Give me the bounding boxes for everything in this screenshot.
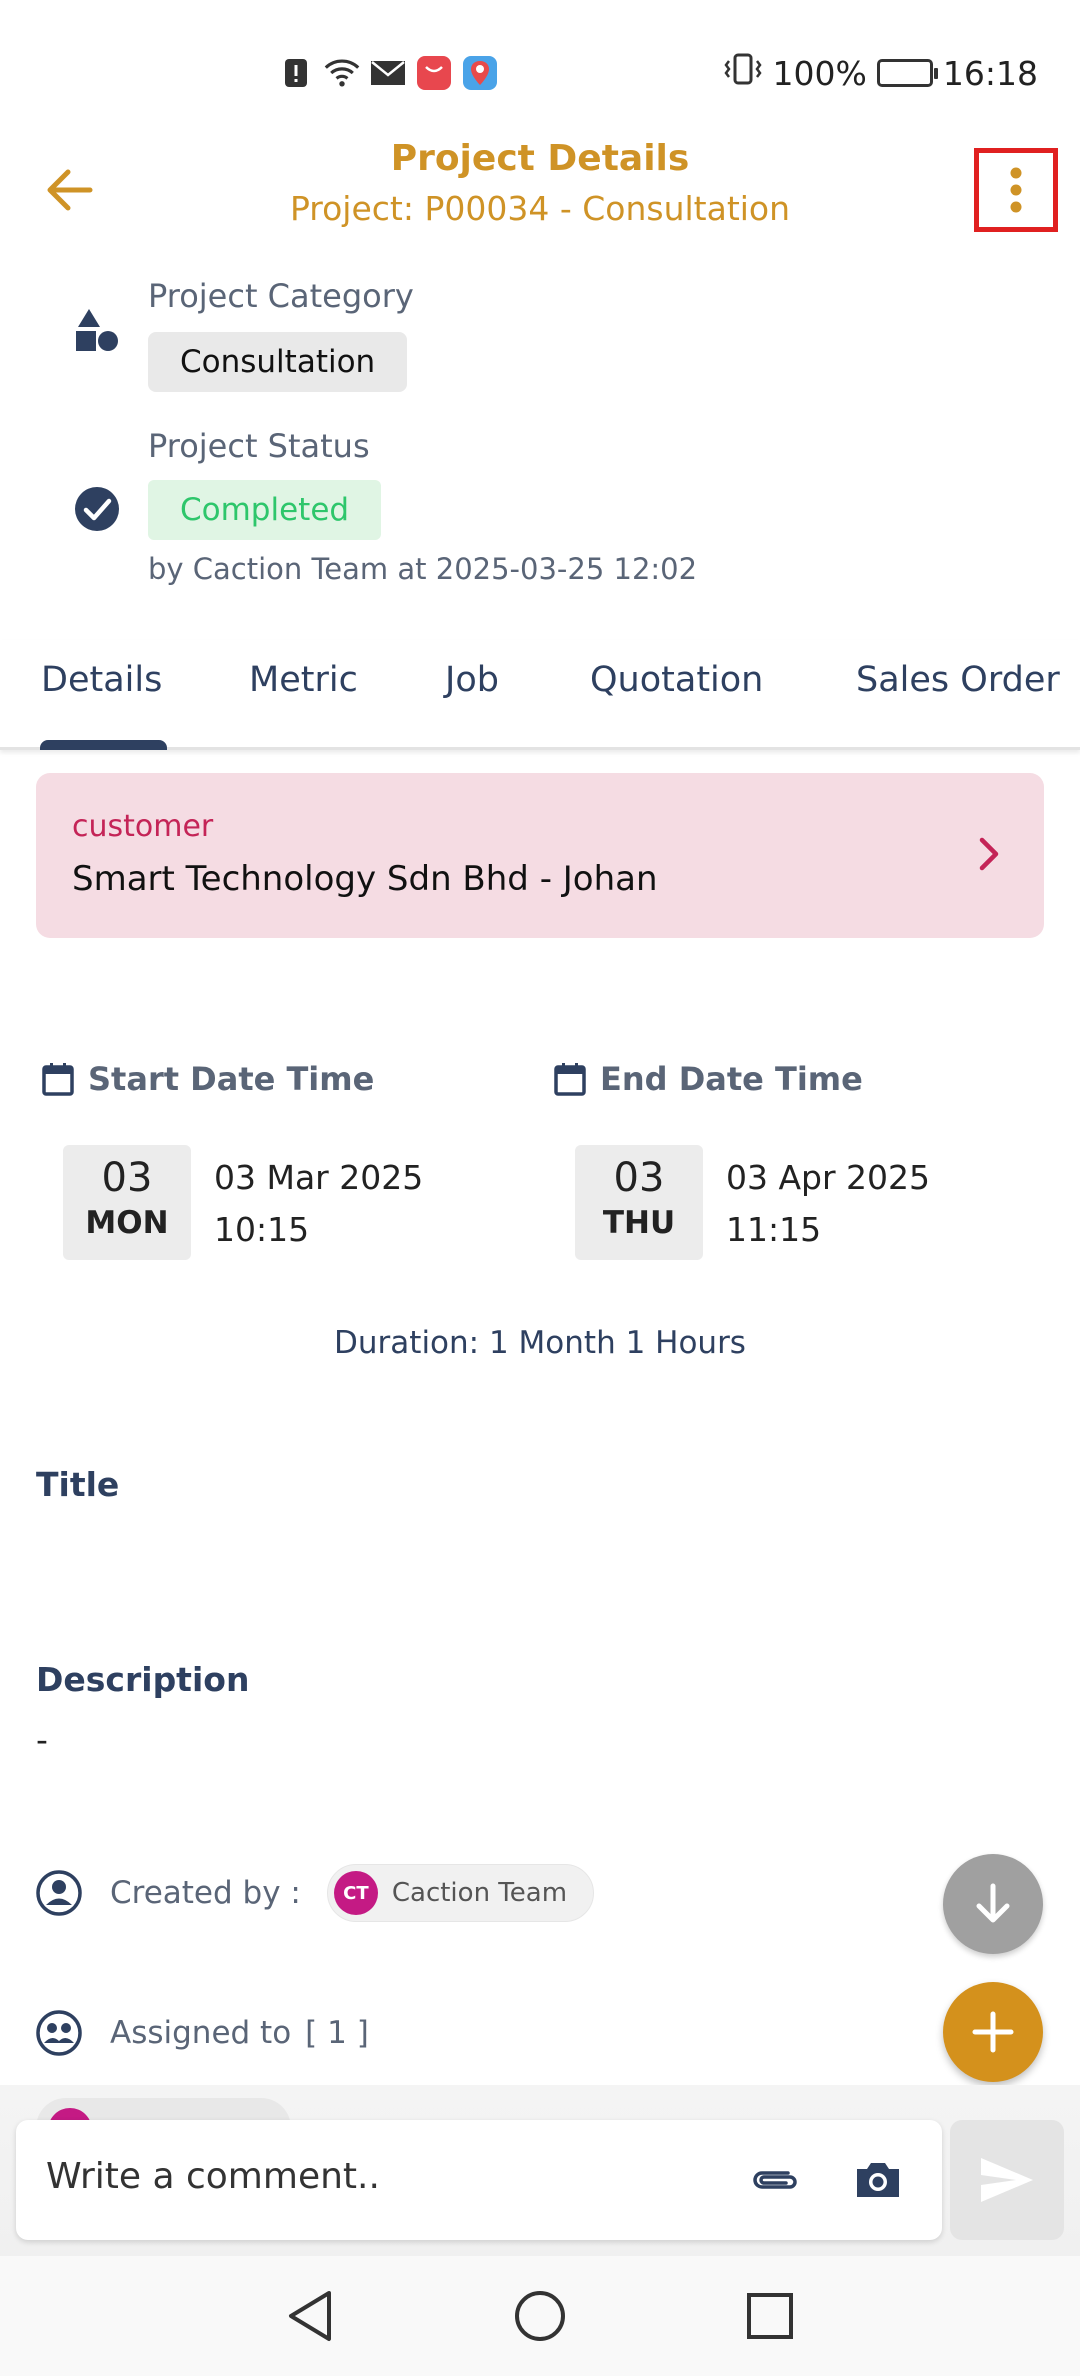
status-right: 100% 16:18 — [723, 52, 1038, 94]
clock: 16:18 — [942, 53, 1038, 93]
description-label: Description — [36, 1660, 250, 1699]
start-date-label: Start Date Time — [88, 1060, 375, 1098]
app-bar: Project Details Project: P00034 - Consul… — [0, 130, 1080, 250]
category-label: Project Category — [148, 277, 414, 315]
end-date-label: End Date Time — [600, 1060, 863, 1098]
square-recents-icon — [747, 2293, 793, 2339]
add-button[interactable] — [943, 1982, 1043, 2082]
end-date: 03 Apr 2025 — [726, 1158, 931, 1197]
calendar-icon — [42, 1063, 74, 1096]
status-badge: Completed — [148, 480, 382, 540]
duration-text: Duration: 1 Month 1 Hours — [334, 1325, 746, 1361]
category-chip: Consultation — [148, 332, 408, 392]
circle-home-icon — [515, 2291, 565, 2341]
created-by-row: Created by : CT Caction Team — [36, 1864, 595, 1922]
tab-bar: Details Metric Job Quotation Sales Order — [0, 640, 1080, 750]
back-button[interactable] — [40, 160, 100, 220]
triangle-back-icon — [289, 2291, 331, 2341]
start-time: 10:15 — [214, 1210, 310, 1249]
calendar-icon — [554, 1063, 586, 1096]
send-button[interactable] — [950, 2120, 1064, 2240]
battery-icon — [876, 59, 938, 87]
customer-card[interactable]: customer Smart Technology Sdn Bhd - Joha… — [36, 773, 1044, 938]
attachment-icon — [753, 2171, 797, 2189]
description-value: - — [36, 1720, 48, 1759]
account-circle-icon — [36, 1870, 82, 1916]
camera-button[interactable] — [850, 2152, 906, 2208]
start-date-box: 03 MON — [63, 1145, 191, 1260]
customer-name: Smart Technology Sdn Bhd - Johan — [72, 859, 658, 899]
status-updated-by: by Caction Team at 2025-03-25 12:02 — [148, 552, 698, 586]
more-vert-icon — [1010, 167, 1022, 213]
tab-details[interactable]: Details — [41, 660, 162, 700]
group-icon — [36, 2010, 82, 2056]
assigned-to-label: Assigned to — [110, 2015, 292, 2051]
tab-sales-order[interactable]: Sales Order — [856, 660, 1060, 700]
end-date-header: End Date Time — [554, 1060, 863, 1098]
wifi-icon — [324, 55, 360, 91]
page-title: Project Details — [390, 138, 690, 179]
huawei-store-icon — [416, 55, 452, 91]
maps-icon — [462, 55, 498, 91]
created-by-label: Created by : — [110, 1875, 301, 1911]
check-circle-icon — [72, 484, 122, 534]
end-day: 03 — [613, 1155, 665, 1201]
status-bar: 100% 16:18 — [0, 0, 1080, 150]
end-weekday: THU — [602, 1205, 676, 1241]
start-date-text: 03 Mar 2025 10:15 — [214, 1152, 423, 1256]
nav-recents-button[interactable] — [740, 2286, 800, 2346]
more-options-button[interactable] — [974, 148, 1058, 232]
comment-placeholder: Write a comment.. — [46, 2156, 380, 2197]
arrow-back-icon — [47, 169, 93, 211]
alert-icon — [278, 55, 314, 91]
page-subtitle: Project: P00034 - Consultation — [289, 189, 791, 228]
category-icon — [72, 305, 122, 355]
comment-input[interactable]: Write a comment.. — [16, 2120, 942, 2240]
chevron-right-icon — [964, 829, 1014, 879]
notification-icons — [278, 55, 498, 91]
start-weekday: MON — [85, 1205, 169, 1241]
arrow-down-icon — [976, 1883, 1010, 1923]
end-time: 11:15 — [726, 1210, 822, 1249]
send-icon — [981, 2158, 1033, 2202]
avatar: CT — [333, 1871, 378, 1915]
battery-percent: 100% — [772, 53, 867, 93]
attach-button[interactable] — [746, 2152, 802, 2208]
start-date: 03 Mar 2025 — [214, 1158, 424, 1197]
creator-name: Caction Team — [391, 1878, 568, 1908]
tab-metric[interactable]: Metric — [249, 660, 358, 700]
tab-quotation[interactable]: Quotation — [590, 660, 763, 700]
vibrate-icon — [723, 52, 763, 94]
nav-back-button[interactable] — [280, 2286, 340, 2346]
end-date-text: 03 Apr 2025 11:15 — [726, 1152, 930, 1256]
customer-label: customer — [72, 809, 214, 844]
start-date-header: Start Date Time — [42, 1060, 374, 1098]
start-day: 03 — [101, 1155, 153, 1201]
plus-icon — [972, 2011, 1014, 2053]
title-block: Project Details Project: P00034 - Consul… — [180, 138, 900, 228]
assigned-count: [ 1 ] — [305, 2015, 369, 2051]
assigned-to-row: Assigned to [ 1 ] — [36, 2010, 369, 2056]
system-nav-bar — [0, 2256, 1080, 2376]
title-label: Title — [36, 1465, 120, 1504]
camera-icon — [857, 2163, 899, 2197]
tab-job[interactable]: Job — [445, 660, 499, 700]
end-date-box: 03 THU — [575, 1145, 703, 1260]
scroll-down-button[interactable] — [943, 1854, 1043, 1954]
mail-icon — [370, 55, 406, 91]
creator-chip[interactable]: CT Caction Team — [326, 1864, 595, 1922]
active-tab-indicator — [40, 740, 167, 750]
status-label: Project Status — [148, 427, 370, 465]
nav-home-button[interactable] — [510, 2286, 570, 2346]
